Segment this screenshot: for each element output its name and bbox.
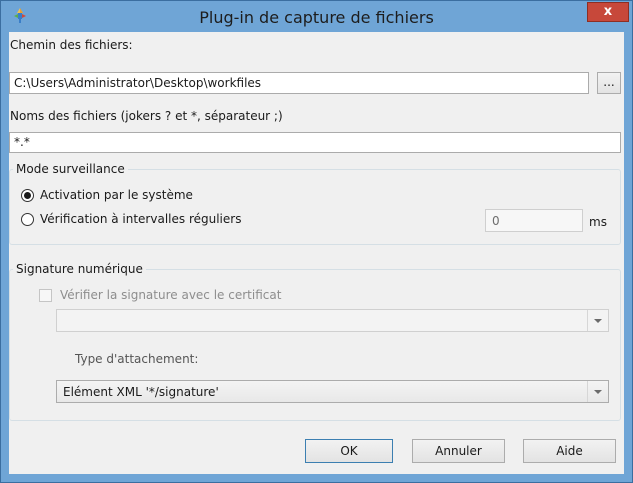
verify-signature-checkbox[interactable] (39, 289, 52, 302)
chevron-down-icon (594, 390, 602, 394)
ok-button[interactable]: OK (305, 439, 393, 463)
signature-group-title: Signature numérique (13, 262, 146, 276)
help-button[interactable]: Aide (523, 439, 616, 463)
dialog-window: Plug-in de capture de fichiers x Chemin … (0, 0, 633, 483)
attachment-type-value: Elément XML '*/signature' (63, 385, 219, 399)
file-path-label: Chemin des fichiers: (10, 38, 133, 52)
browse-button[interactable]: ... (597, 72, 621, 94)
certificate-select-dropdown[interactable] (587, 310, 608, 331)
title-bar[interactable]: Plug-in de capture de fichiers x (1, 1, 632, 32)
monitoring-group (9, 169, 621, 245)
close-icon: x (603, 4, 613, 19)
interval-input[interactable]: 0 (485, 209, 583, 232)
close-button[interactable]: x (587, 2, 629, 22)
file-names-input[interactable]: *.* (9, 132, 621, 153)
verify-signature-label[interactable]: Vérifier la signature avec le certificat (60, 288, 281, 302)
window-title: Plug-in de capture de fichiers (199, 8, 434, 27)
monitoring-group-title: Mode surveillance (13, 162, 128, 176)
attachment-type-select[interactable]: Elément XML '*/signature' (56, 380, 609, 403)
radio-interval-check[interactable] (21, 213, 34, 226)
file-names-label: Noms des fichiers (jokers ? et *, sépara… (10, 109, 283, 123)
radio-system-activation-label[interactable]: Activation par le système (40, 188, 193, 202)
radio-system-activation[interactable] (21, 189, 34, 202)
cancel-button[interactable]: Annuler (412, 439, 505, 463)
chevron-down-icon (594, 319, 602, 323)
attachment-type-dropdown[interactable] (587, 381, 608, 402)
attachment-type-label: Type d'attachement: (75, 352, 199, 366)
dialog-client-area: Chemin des fichiers: C:\Users\Administra… (9, 32, 624, 474)
file-path-input[interactable]: C:\Users\Administrator\Desktop\workfiles (9, 72, 589, 94)
radio-interval-check-label[interactable]: Vérification à intervalles réguliers (40, 212, 241, 226)
certificate-select[interactable] (56, 309, 609, 332)
interval-unit-label: ms (589, 215, 607, 229)
